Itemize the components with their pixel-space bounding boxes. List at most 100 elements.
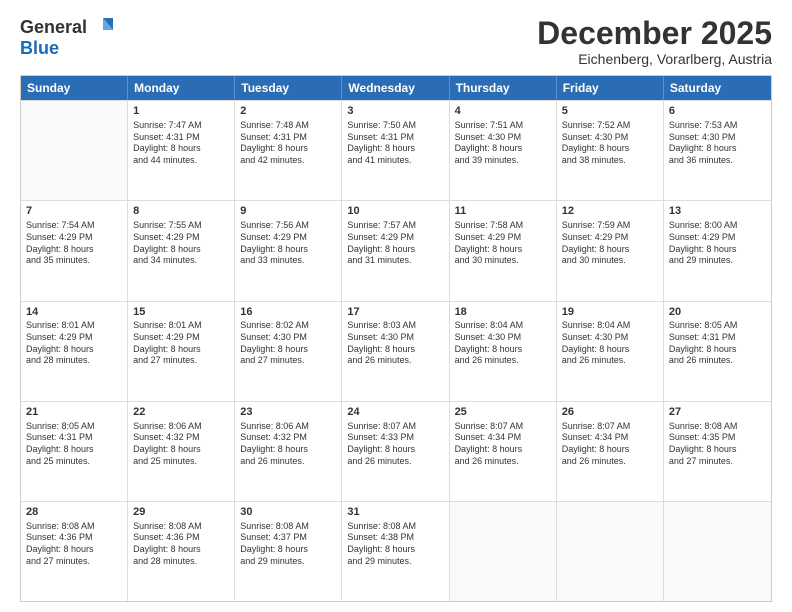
calendar-cell [557, 502, 664, 601]
cell-info-line: and 28 minutes. [26, 355, 122, 367]
cell-info-line: Sunset: 4:30 PM [240, 332, 336, 344]
logo-general-text: General [20, 17, 87, 38]
day-number: 14 [26, 305, 122, 320]
cell-info-line: Sunrise: 7:48 AM [240, 120, 336, 132]
cell-info-line: and 26 minutes. [347, 355, 443, 367]
calendar-cell: 29Sunrise: 8:08 AMSunset: 4:36 PMDayligh… [128, 502, 235, 601]
cell-info-line: Daylight: 8 hours [133, 143, 229, 155]
cell-info-line: Sunrise: 8:05 AM [669, 320, 766, 332]
calendar-cell: 11Sunrise: 7:58 AMSunset: 4:29 PMDayligh… [450, 201, 557, 300]
cell-info-line: Daylight: 8 hours [562, 344, 658, 356]
calendar-cell: 9Sunrise: 7:56 AMSunset: 4:29 PMDaylight… [235, 201, 342, 300]
calendar-header-cell: Thursday [450, 76, 557, 100]
cell-info-line: Sunrise: 7:50 AM [347, 120, 443, 132]
calendar-cell [664, 502, 771, 601]
cell-info-line: Sunrise: 8:06 AM [240, 421, 336, 433]
cell-info-line: Sunrise: 7:59 AM [562, 220, 658, 232]
day-number: 21 [26, 405, 122, 420]
cell-info-line: and 26 minutes. [669, 355, 766, 367]
calendar-cell: 5Sunrise: 7:52 AMSunset: 4:30 PMDaylight… [557, 101, 664, 200]
cell-info-line: Daylight: 8 hours [133, 544, 229, 556]
calendar-cell [450, 502, 557, 601]
cell-info-line: Sunset: 4:29 PM [455, 232, 551, 244]
cell-info-line: Sunset: 4:33 PM [347, 432, 443, 444]
cell-info-line: Sunset: 4:38 PM [347, 532, 443, 544]
cell-info-line: and 26 minutes. [562, 355, 658, 367]
cell-info-line: Sunset: 4:30 PM [562, 332, 658, 344]
cell-info-line: Daylight: 8 hours [26, 544, 122, 556]
logo-blue-text: Blue [20, 38, 59, 59]
calendar-cell: 28Sunrise: 8:08 AMSunset: 4:36 PMDayligh… [21, 502, 128, 601]
calendar-header-row: SundayMondayTuesdayWednesdayThursdayFrid… [21, 76, 771, 100]
cell-info-line: Sunset: 4:29 PM [562, 232, 658, 244]
cell-info-line: and 29 minutes. [669, 255, 766, 267]
cell-info-line: and 29 minutes. [240, 556, 336, 568]
cell-info-line: Sunset: 4:31 PM [669, 332, 766, 344]
calendar-cell: 2Sunrise: 7:48 AMSunset: 4:31 PMDaylight… [235, 101, 342, 200]
calendar-cell: 14Sunrise: 8:01 AMSunset: 4:29 PMDayligh… [21, 302, 128, 401]
header: General Blue December 2025 Eichenberg, V… [20, 16, 772, 67]
day-number: 23 [240, 405, 336, 420]
cell-info-line: Daylight: 8 hours [562, 444, 658, 456]
cell-info-line: and 44 minutes. [133, 155, 229, 167]
calendar-week-row: 14Sunrise: 8:01 AMSunset: 4:29 PMDayligh… [21, 301, 771, 401]
cell-info-line: Sunset: 4:31 PM [240, 132, 336, 144]
cell-info-line: Daylight: 8 hours [669, 143, 766, 155]
cell-info-line: Sunset: 4:34 PM [562, 432, 658, 444]
day-number: 1 [133, 104, 229, 119]
day-number: 27 [669, 405, 766, 420]
cell-info-line: Sunset: 4:29 PM [26, 232, 122, 244]
cell-info-line: and 27 minutes. [26, 556, 122, 568]
day-number: 26 [562, 405, 658, 420]
day-number: 5 [562, 104, 658, 119]
cell-info-line: Daylight: 8 hours [26, 444, 122, 456]
cell-info-line: Daylight: 8 hours [562, 244, 658, 256]
calendar-cell: 15Sunrise: 8:01 AMSunset: 4:29 PMDayligh… [128, 302, 235, 401]
calendar-header-cell: Wednesday [342, 76, 449, 100]
cell-info-line: and 29 minutes. [347, 556, 443, 568]
calendar-cell: 13Sunrise: 8:00 AMSunset: 4:29 PMDayligh… [664, 201, 771, 300]
calendar-cell: 3Sunrise: 7:50 AMSunset: 4:31 PMDaylight… [342, 101, 449, 200]
cell-info-line: Sunrise: 8:04 AM [562, 320, 658, 332]
cell-info-line: and 33 minutes. [240, 255, 336, 267]
cell-info-line: Sunrise: 7:47 AM [133, 120, 229, 132]
cell-info-line: Sunrise: 8:06 AM [133, 421, 229, 433]
cell-info-line: Sunset: 4:30 PM [562, 132, 658, 144]
cell-info-line: and 38 minutes. [562, 155, 658, 167]
calendar-cell: 7Sunrise: 7:54 AMSunset: 4:29 PMDaylight… [21, 201, 128, 300]
calendar-header-cell: Monday [128, 76, 235, 100]
cell-info-line: and 35 minutes. [26, 255, 122, 267]
cell-info-line: Sunrise: 8:04 AM [455, 320, 551, 332]
cell-info-line: Daylight: 8 hours [347, 444, 443, 456]
day-number: 18 [455, 305, 551, 320]
cell-info-line: Daylight: 8 hours [240, 344, 336, 356]
day-number: 9 [240, 204, 336, 219]
calendar-cell: 1Sunrise: 7:47 AMSunset: 4:31 PMDaylight… [128, 101, 235, 200]
calendar-cell: 21Sunrise: 8:05 AMSunset: 4:31 PMDayligh… [21, 402, 128, 501]
day-number: 20 [669, 305, 766, 320]
cell-info-line: Daylight: 8 hours [133, 244, 229, 256]
cell-info-line: Sunset: 4:35 PM [669, 432, 766, 444]
cell-info-line: Sunset: 4:29 PM [347, 232, 443, 244]
cell-info-line: Daylight: 8 hours [133, 444, 229, 456]
calendar-week-row: 1Sunrise: 7:47 AMSunset: 4:31 PMDaylight… [21, 100, 771, 200]
cell-info-line: Daylight: 8 hours [240, 143, 336, 155]
day-number: 16 [240, 305, 336, 320]
day-number: 8 [133, 204, 229, 219]
cell-info-line: Daylight: 8 hours [347, 143, 443, 155]
cell-info-line: Sunrise: 7:57 AM [347, 220, 443, 232]
cell-info-line: Sunrise: 7:58 AM [455, 220, 551, 232]
cell-info-line: and 25 minutes. [133, 456, 229, 468]
day-number: 29 [133, 505, 229, 520]
calendar-cell: 18Sunrise: 8:04 AMSunset: 4:30 PMDayligh… [450, 302, 557, 401]
day-number: 19 [562, 305, 658, 320]
cell-info-line: Sunrise: 8:07 AM [562, 421, 658, 433]
cell-info-line: Daylight: 8 hours [133, 344, 229, 356]
cell-info-line: and 31 minutes. [347, 255, 443, 267]
calendar-cell: 12Sunrise: 7:59 AMSunset: 4:29 PMDayligh… [557, 201, 664, 300]
day-number: 3 [347, 104, 443, 119]
cell-info-line: Sunset: 4:32 PM [240, 432, 336, 444]
cell-info-line: Daylight: 8 hours [455, 444, 551, 456]
cell-info-line: Daylight: 8 hours [669, 344, 766, 356]
calendar-cell: 25Sunrise: 8:07 AMSunset: 4:34 PMDayligh… [450, 402, 557, 501]
